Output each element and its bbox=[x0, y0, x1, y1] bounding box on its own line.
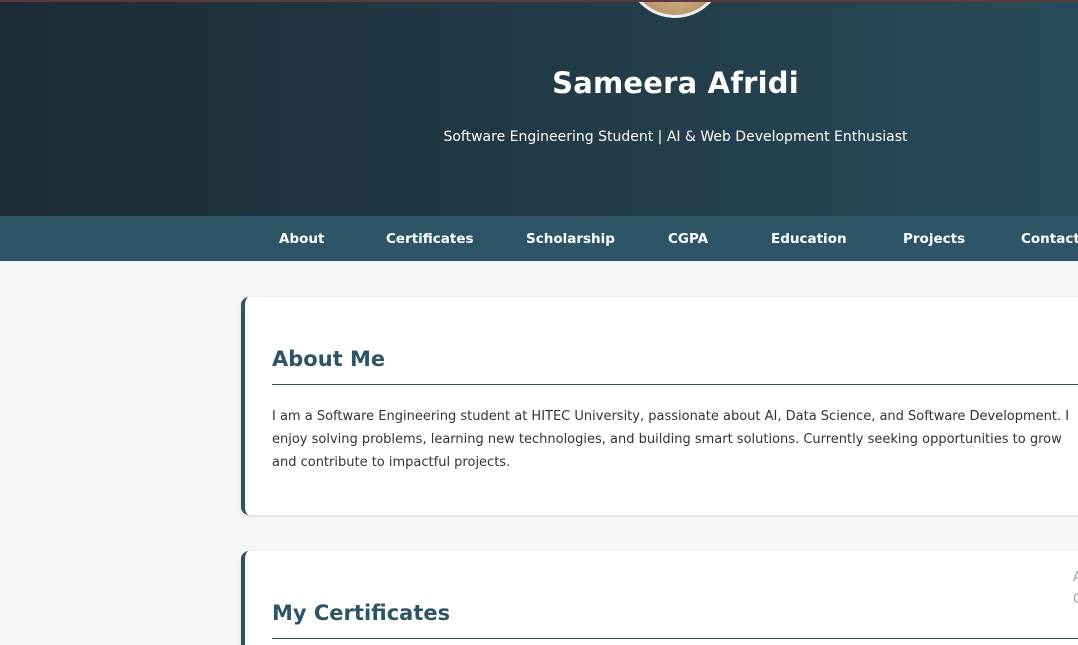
about-text: I am a Software Engineering student at H… bbox=[272, 409, 1070, 470]
edge-text-line-1: A bbox=[1073, 570, 1078, 585]
nav-link-cgpa[interactable]: CGPA bbox=[668, 216, 708, 261]
nav-link-projects[interactable]: Projects bbox=[903, 216, 965, 261]
about-title: About Me bbox=[272, 347, 386, 371]
certificates-divider bbox=[272, 638, 1078, 639]
about-section: About Me I am a Software Engineering stu… bbox=[241, 297, 1078, 515]
profile-name: Sameera Afridi bbox=[552, 66, 799, 100]
profile-avatar bbox=[626, 2, 724, 18]
nav-link-education[interactable]: Education bbox=[771, 216, 847, 261]
nav-link-about[interactable]: About bbox=[279, 216, 324, 261]
nav-link-scholarship[interactable]: Scholarship bbox=[526, 216, 615, 261]
main-navbar: About Certificates Scholarship CGPA Educ… bbox=[0, 216, 1078, 261]
certificates-section: A C My Certificates bbox=[241, 551, 1078, 645]
profile-tagline: Software Engineering Student | AI & Web … bbox=[443, 129, 908, 145]
hero-header: Sameera Afridi Software Engineering Stud… bbox=[0, 2, 1078, 216]
certificates-edge-text: A C bbox=[1073, 567, 1078, 611]
nav-link-certificates[interactable]: Certificates bbox=[386, 216, 474, 261]
about-divider bbox=[272, 384, 1078, 385]
nav-link-contact[interactable]: Contact bbox=[1021, 216, 1078, 261]
edge-text-line-2: C bbox=[1073, 592, 1078, 607]
certificates-title: My Certificates bbox=[272, 601, 451, 625]
